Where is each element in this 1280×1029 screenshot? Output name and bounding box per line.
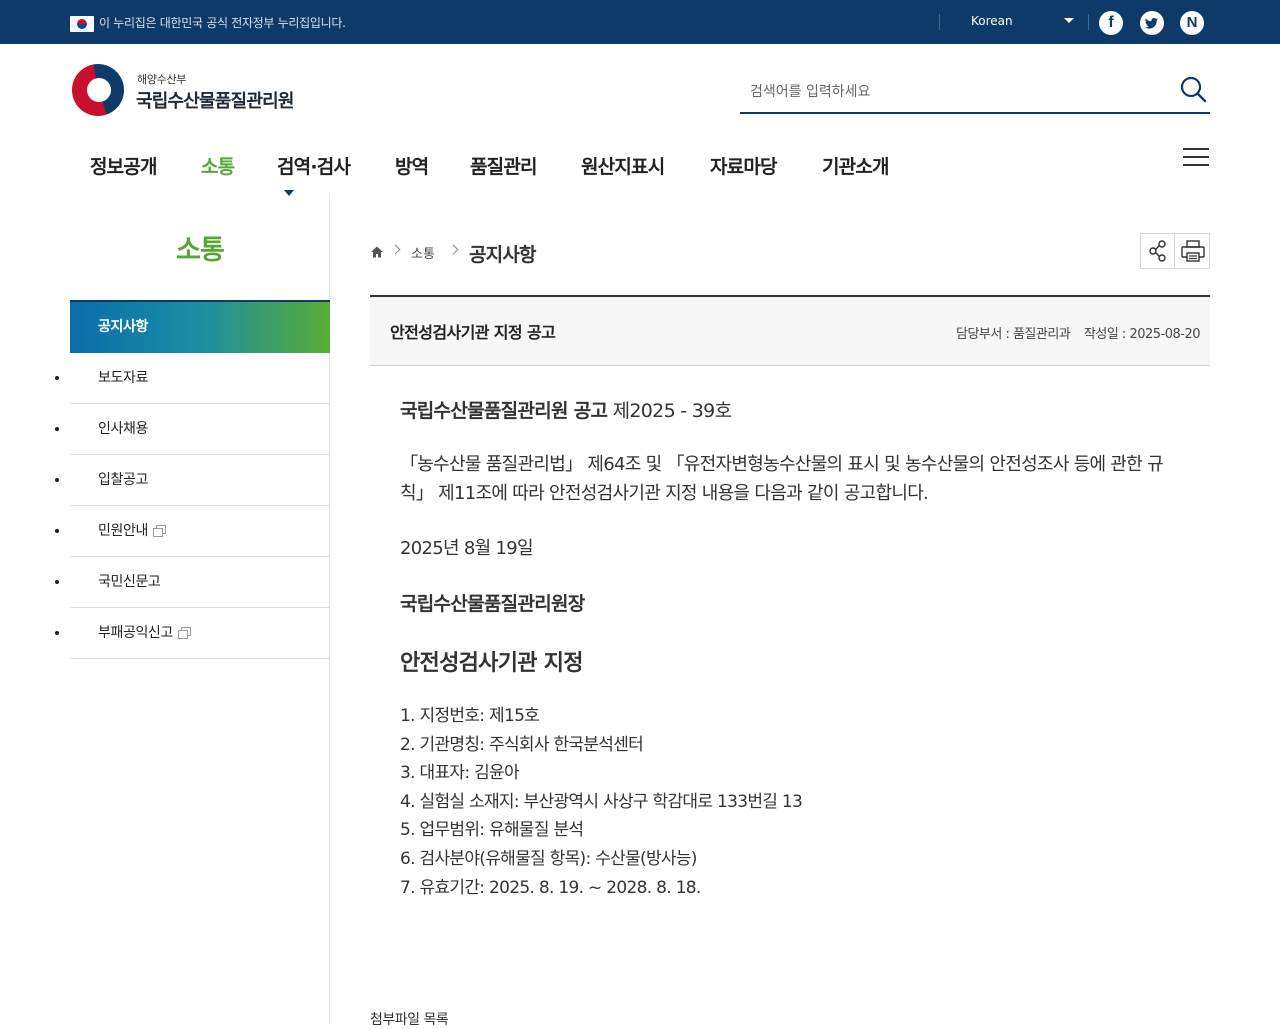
article-title: 안전성검사기관 지정 공고 <box>390 323 556 342</box>
attachments-label: 첨부파일 목록 <box>370 1012 449 1028</box>
sidebar-menu: 공지사항 보도자료 인사채용 입찰공고 민원안내 국민신문고 부패공익신고 <box>70 300 330 659</box>
printer-icon <box>1181 240 1205 262</box>
hamburger-icon <box>1183 164 1209 166</box>
designation-list: 1. 지정번호: 제15호 2. 기관명칭: 주식회사 한국분석센터 3. 대표… <box>400 702 803 902</box>
sidebar-item-civil-complaint[interactable]: 민원안내 <box>70 506 330 557</box>
posted-date: 작성일 : 2025-08-20 <box>1083 327 1201 342</box>
list-item: 2. 기관명칭: 주식회사 한국분석센터 <box>400 734 644 755</box>
active-indicator-icon <box>284 190 294 196</box>
nav-item-info-disclosure[interactable]: 정보공개 <box>90 152 158 179</box>
sidebar-item-label: 입찰공고 <box>98 472 148 488</box>
ministry-name: 해양수산부 <box>137 73 187 86</box>
hamburger-icon <box>1183 148 1209 150</box>
sidebar-item-notice[interactable]: 공지사항 <box>70 302 330 353</box>
sidebar-item-recruitment[interactable]: 인사채용 <box>70 404 330 455</box>
facebook-icon[interactable]: f <box>1099 11 1123 35</box>
sidebar-item-corruption-report[interactable]: 부패공익신고 <box>70 608 330 659</box>
search-button[interactable] <box>1178 74 1210 106</box>
announcement-no: 제2025 - 39호 <box>607 400 732 422</box>
list-item: 3. 대표자: 김윤아 <box>400 763 520 784</box>
sidebar-item-press[interactable]: 보도자료 <box>70 353 330 404</box>
nav-item-about[interactable]: 기관소개 <box>822 152 890 179</box>
announcement-date: 2025년 8월 19일 <box>400 538 534 559</box>
sidebar-item-label: 부패공익신고 <box>98 625 173 641</box>
article-header: 안전성검사기관 지정 공고 담당부서 : 품질관리과 작성일 : 2025-08… <box>370 295 1210 366</box>
print-button[interactable] <box>1176 234 1210 268</box>
gov-top-bar: 이 누리집은 대한민국 공식 전자정부 누리집입니다. Korean f N <box>0 0 1280 44</box>
gov-notice[interactable]: 이 누리집은 대한민국 공식 전자정부 누리집입니다. <box>99 14 346 31</box>
list-item: 5. 업무범위: 유해물질 분석 <box>400 820 584 841</box>
chevron-right-icon <box>390 244 401 255</box>
sidebar-title: 소통 <box>176 235 225 266</box>
chevron-down-icon <box>1064 18 1074 23</box>
signer: 국립수산물품질관리원장 <box>400 593 585 615</box>
share-button[interactable] <box>1141 234 1175 268</box>
agency-name: 국립수산물품질관리원 <box>136 91 294 112</box>
sidebar-item-label: 공지사항 <box>98 319 148 335</box>
sidebar-item-label: 국민신문고 <box>98 574 161 590</box>
list-item: 4. 실험실 소재지: 부산광역시 사상구 학감대로 133번길 13 <box>400 791 803 812</box>
list-item: 7. 유효기간: 2025. 8. 19. ~ 2028. 8. 18. <box>400 877 701 898</box>
new-window-icon <box>152 525 166 537</box>
search-box <box>740 70 1210 114</box>
nav-item-resources[interactable]: 자료마당 <box>710 152 778 179</box>
government-emblem-icon <box>72 64 124 116</box>
announcement-number: 국립수산물품질관리원 공고 제2025 - 39호 <box>400 396 732 423</box>
divider <box>939 14 940 30</box>
new-window-icon <box>177 627 191 639</box>
article-meta: 담당부서 : 품질관리과 작성일 : 2025-08-20 <box>946 323 1201 342</box>
list-item: 6. 검사분야(유해물질 항목): 수산물(방사능) <box>400 848 697 869</box>
intro-paragraph: 「농수산물 품질관리법」 제64조 및 「유전자변형농수산물의 표시 및 농수산… <box>400 454 1164 504</box>
korea-flag-icon <box>70 16 94 32</box>
sidebar-item-bidding[interactable]: 입찰공고 <box>70 455 330 506</box>
twitter-icon[interactable] <box>1140 11 1164 35</box>
nav-item-origin-labeling[interactable]: 원산지표시 <box>581 152 665 179</box>
sidebar-item-label: 인사채용 <box>98 421 148 437</box>
nav-item-disease-control[interactable]: 방역 <box>395 152 429 179</box>
naver-blog-icon[interactable]: N <box>1180 11 1204 35</box>
page-tools <box>1140 233 1210 269</box>
announcement-issuer: 국립수산물품질관리원 공고 <box>400 400 608 422</box>
hamburger-menu-button[interactable] <box>1183 148 1211 168</box>
home-icon[interactable] <box>370 244 384 258</box>
hamburger-icon <box>1183 156 1209 158</box>
language-select[interactable]: Korean <box>958 14 1076 32</box>
sidebar-item-label: 민원안내 <box>98 523 148 539</box>
search-icon <box>1180 76 1207 103</box>
nav-item-communication[interactable]: 소통 <box>201 152 235 179</box>
share-icon <box>1149 240 1166 262</box>
search-input[interactable] <box>750 80 1170 104</box>
page-title: 공지사항 <box>469 244 537 266</box>
nav-item-quarantine-inspection[interactable]: 검역·검사 <box>277 152 351 179</box>
sidebar-item-label: 보도자료 <box>98 370 148 386</box>
sidebar-item-epeople[interactable]: 국민신문고 <box>70 557 330 608</box>
list-item: 1. 지정번호: 제15호 <box>400 706 540 726</box>
divider <box>1088 14 1089 30</box>
section-heading: 안전성검사기관 지정 <box>400 651 584 676</box>
department-label: 담당부서 : 품질관리과 <box>955 327 1071 342</box>
language-label: Korean <box>971 14 1013 28</box>
breadcrumb-communication[interactable]: 소통 <box>411 243 435 262</box>
nav-item-quality-management[interactable]: 품질관리 <box>470 152 538 179</box>
chevron-right-icon <box>448 244 459 255</box>
